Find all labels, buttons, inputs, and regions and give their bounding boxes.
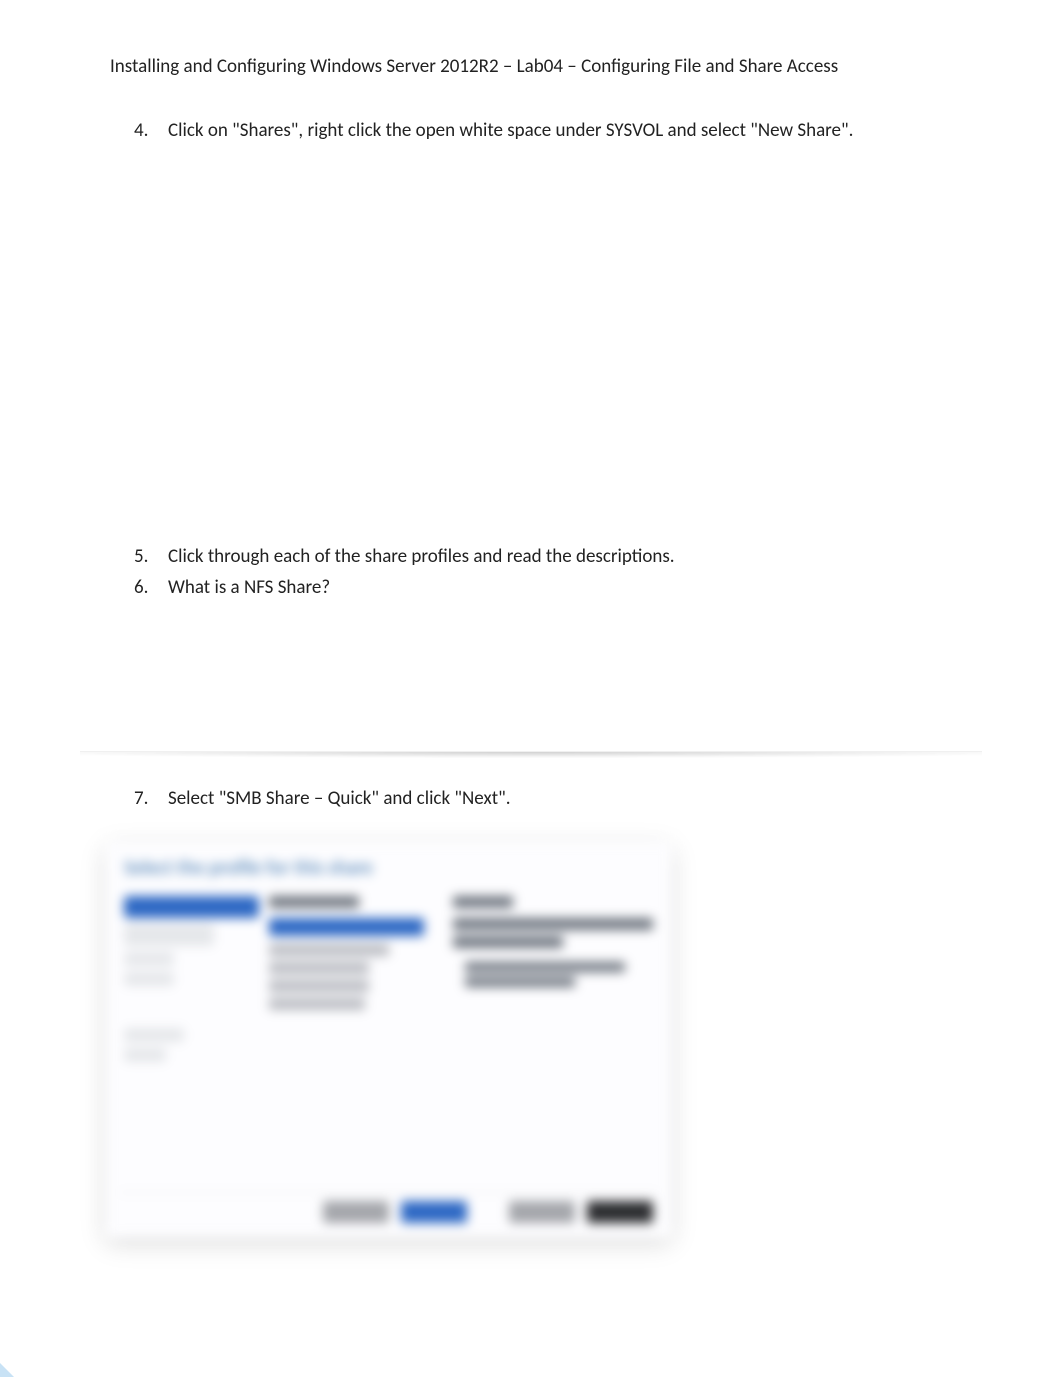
wizard-step-item [124,924,214,946]
step-list: 7. Select "SMB Share – Quick" and click … [110,786,952,812]
answer-placeholder [110,601,952,731]
description-line [453,936,563,948]
profile-item[interactable] [269,944,389,956]
cancel-button[interactable] [587,1201,653,1223]
wizard-step-item [124,1048,166,1062]
description-line [465,977,575,987]
step-number: 7. [134,786,148,812]
step-text: Select "SMB Share – Quick" and click "Ne… [168,787,511,810]
step-text: Click on "Shares", right click the open … [168,119,853,142]
profile-item[interactable] [269,980,369,992]
description-line [453,918,653,930]
wizard-step-item [124,952,174,966]
create-button[interactable] [509,1201,575,1223]
previous-button[interactable] [323,1201,389,1223]
step-number: 6. [134,575,148,601]
wizard-description-pane [453,896,653,1186]
page-fold-icon [0,1363,14,1377]
step-7: 7. Select "SMB Share – Quick" and click … [138,786,952,812]
wizard-step-item [124,972,174,986]
new-share-wizard-screenshot: Select the profile for this share [106,842,671,1237]
step-4: 4. Click on "Shares", right click the op… [138,118,952,144]
wizard-profile-list[interactable] [269,896,443,1186]
document-header: Installing and Configuring Windows Serve… [110,55,952,78]
profile-header [269,896,359,908]
section-divider [80,751,982,766]
wizard-step-item [124,1028,184,1042]
profile-item-selected[interactable] [269,918,424,936]
wizard-step-select-profile[interactable] [124,896,259,918]
step-6: 6. What is a NFS Share? [138,575,952,601]
step-number: 4. [134,118,148,144]
step-text: Click through each of the share profiles… [168,545,675,568]
step-list: 5. Click through each of the share profi… [110,544,952,601]
step-5: 5. Click through each of the share profi… [138,544,952,570]
step-list: 4. Click on "Shares", right click the op… [110,118,952,144]
profile-item[interactable] [269,962,369,974]
description-line [465,962,625,972]
wizard-body [124,896,653,1186]
next-button[interactable] [401,1201,467,1223]
step-number: 5. [134,544,148,570]
wizard-steps-nav [124,896,259,1186]
document-page: Installing and Configuring Windows Serve… [0,0,1062,1377]
wizard-footer [118,1192,659,1223]
profile-item[interactable] [269,998,365,1010]
step-text: What is a NFS Share? [168,576,330,599]
screenshot-placeholder-1 [110,144,952,544]
wizard-title: Select the profile for this share [124,856,653,880]
description-header [453,896,513,908]
